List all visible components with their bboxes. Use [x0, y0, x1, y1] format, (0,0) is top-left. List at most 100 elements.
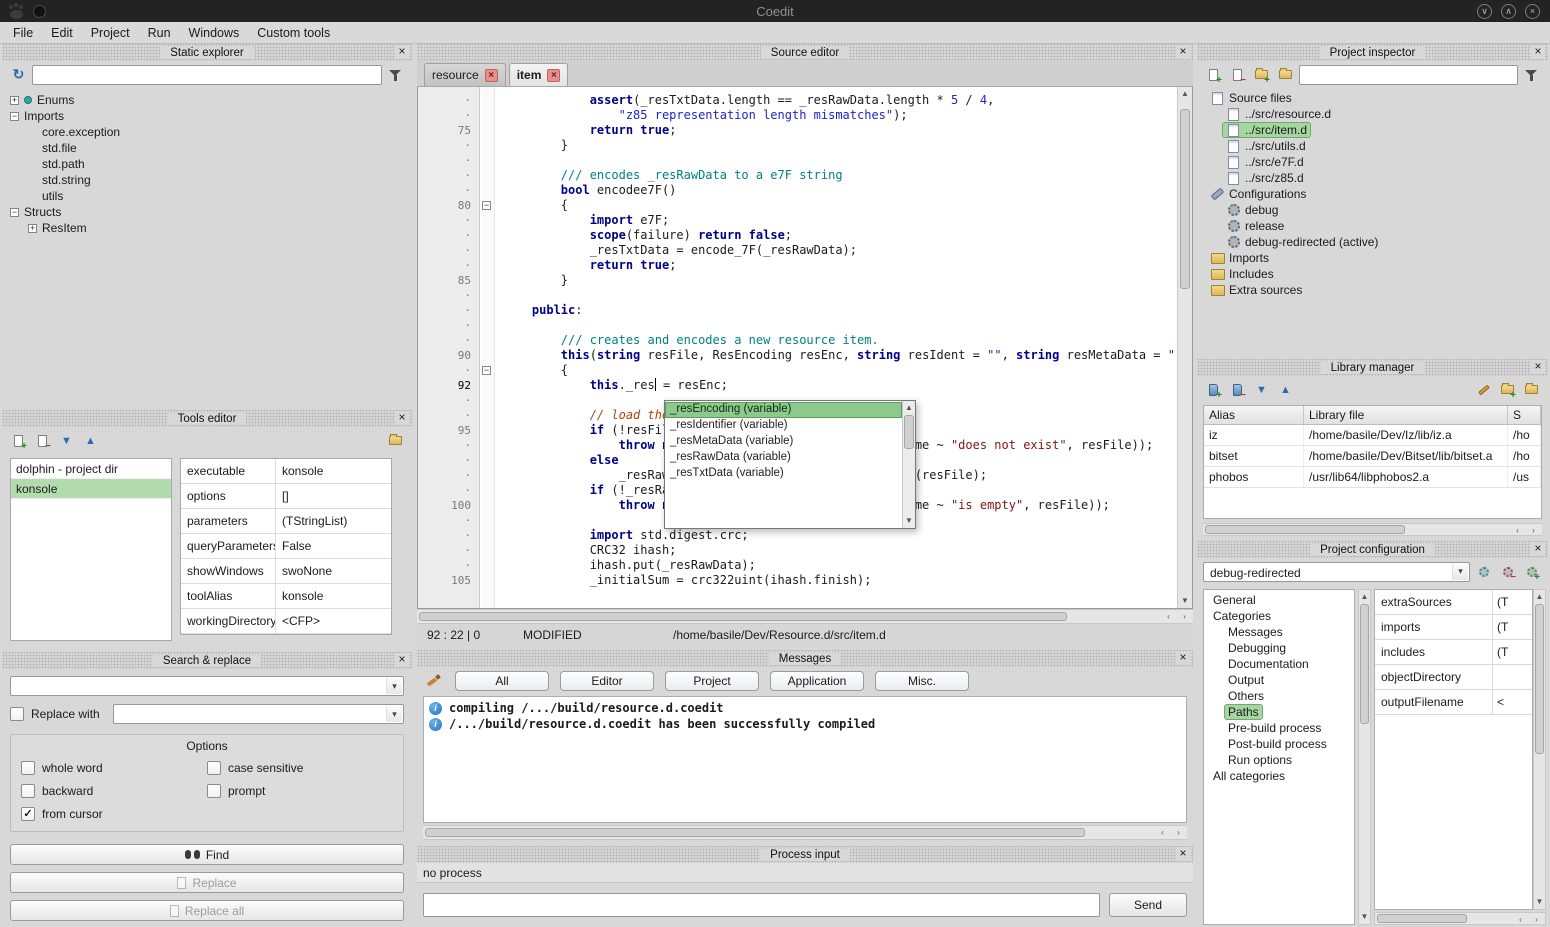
category-item[interactable]: Output [1204, 672, 1354, 688]
scrollbar-thumb[interactable] [1377, 914, 1467, 923]
replace-all-button[interactable]: Replace all [10, 900, 404, 921]
add-source-folder-button[interactable]: + [1251, 64, 1272, 85]
grid-horizontal-scrollbar[interactable]: ‹ › [1374, 912, 1546, 925]
tree-item-content[interactable]: Configurations [1207, 187, 1309, 201]
filter-symbols-button[interactable] [385, 64, 406, 85]
close-panel-icon[interactable]: × [1531, 360, 1545, 374]
message-row[interactable]: i/.../build/resource.d.coedit has been s… [429, 716, 1181, 732]
code-area[interactable]: · assert(_resTxtData.length == _resRawDa… [418, 87, 1177, 608]
project-tree-item[interactable]: Extra sources [1199, 282, 1546, 298]
property-value[interactable]: False [276, 534, 391, 558]
expand-icon[interactable]: + [10, 96, 19, 105]
scroll-left-icon[interactable]: ‹ [1513, 913, 1528, 924]
scroll-left-icon[interactable]: ‹ [1510, 524, 1525, 535]
column-header-library-file[interactable]: Library file [1304, 406, 1508, 424]
tree-item-content[interactable]: debug-redirected (active) [1223, 235, 1381, 249]
menu-custom-tools[interactable]: Custom tools [248, 23, 339, 43]
register-project-library-button[interactable]: + [1497, 379, 1518, 400]
symbol-search-input[interactable] [32, 65, 382, 85]
property-row[interactable]: executablekonsole [181, 459, 391, 484]
inspector-filter-input[interactable] [1299, 65, 1518, 85]
tab-close-icon[interactable]: × [547, 69, 560, 82]
close-panel-icon[interactable]: × [1176, 847, 1190, 861]
symbol-tree-item[interactable]: +ResItem [4, 220, 410, 236]
editor-tab-item[interactable]: item× [509, 63, 569, 86]
symbol-tree-item[interactable]: std.string [4, 172, 410, 188]
scroll-down-icon[interactable]: ▼ [1178, 594, 1192, 608]
category-item[interactable]: Others [1204, 688, 1354, 704]
tree-item-content[interactable]: ../src/item.d [1223, 123, 1310, 137]
library-row[interactable]: iz/home/basile/Dev/Iz/lib/iz.a/ho [1204, 425, 1541, 446]
property-value[interactable]: konsole [276, 584, 391, 608]
category-item[interactable]: General [1204, 592, 1354, 608]
tree-item-content[interactable]: ../src/resource.d [1223, 107, 1334, 121]
tree-item-content[interactable]: Paths [1225, 705, 1262, 719]
remove-tool-button[interactable]: − [32, 430, 53, 451]
close-panel-icon[interactable]: × [395, 653, 409, 667]
config-property-value[interactable]: (T [1493, 590, 1532, 614]
completion-item[interactable]: _resRawData (variable) [665, 450, 902, 466]
project-tree-item[interactable]: ../src/utils.d [1199, 138, 1546, 154]
property-row[interactable]: queryParametersFalse [181, 534, 391, 559]
symbol-tree-item[interactable]: +Enums [4, 92, 410, 108]
message-row[interactable]: icompiling /.../build/resource.d.coedit [429, 700, 1181, 716]
project-tree-item[interactable]: ../src/z85.d [1199, 170, 1546, 186]
project-tree-item[interactable]: debug [1199, 202, 1546, 218]
completion-item[interactable]: _resTxtData (variable) [665, 466, 902, 482]
tree-item-content[interactable]: ../src/z85.d [1223, 171, 1307, 185]
property-row[interactable]: parameters(TStringList) [181, 509, 391, 534]
column-header-s[interactable]: S [1508, 406, 1541, 424]
scroll-down-icon[interactable]: ▼ [1534, 895, 1545, 909]
project-tree-item[interactable]: release [1199, 218, 1546, 234]
replace-with-checkbox[interactable] [10, 707, 24, 721]
scroll-up-icon[interactable]: ▲ [1178, 87, 1192, 101]
project-tree-item[interactable]: Source files [1199, 90, 1546, 106]
category-item[interactable]: Debugging [1204, 640, 1354, 656]
fold-collapse-icon[interactable]: − [482, 201, 491, 210]
tree-item-content[interactable]: Extra sources [1207, 283, 1305, 297]
tool-item[interactable]: dolphin - project dir [11, 459, 171, 479]
editor-vertical-scrollbar[interactable]: ▲ ▼ [1177, 87, 1192, 608]
completion-item[interactable]: _resIdentifier (variable) [665, 418, 902, 434]
close-panel-icon[interactable]: × [395, 411, 409, 425]
tool-item[interactable]: konsole [11, 479, 171, 499]
scroll-down-icon[interactable]: ▼ [1359, 910, 1370, 924]
open-library-file-button[interactable] [1521, 379, 1542, 400]
completion-item[interactable]: _resEncoding (variable) [665, 402, 902, 418]
scroll-up-icon[interactable]: ▲ [1359, 590, 1370, 604]
configuration-combo[interactable]: debug-redirected ▾ [1203, 562, 1470, 582]
option-backward[interactable]: backward [21, 784, 207, 798]
config-property-row[interactable]: outputFilename< [1375, 690, 1532, 715]
library-row[interactable]: bitset/home/basile/Dev/Bitset/lib/bitset… [1204, 446, 1541, 467]
expand-icon[interactable]: + [28, 224, 37, 233]
add-tool-button[interactable]: + [8, 430, 29, 451]
symbol-tree-item[interactable]: std.path [4, 156, 410, 172]
config-property-row[interactable]: includes(T [1375, 640, 1532, 665]
remove-configuration-button[interactable]: − [1497, 561, 1518, 582]
open-tools-file-button[interactable] [385, 430, 406, 451]
symbol-tree-item[interactable]: utils [4, 188, 410, 204]
window-minimize-icon[interactable]: ∨ [1477, 4, 1492, 19]
category-item[interactable]: Paths [1204, 704, 1354, 720]
checkbox[interactable]: ✓ [21, 807, 35, 821]
scrollbar-thumb[interactable] [904, 415, 914, 449]
chevron-down-icon[interactable]: ▾ [1452, 564, 1468, 580]
close-panel-icon[interactable]: × [1531, 45, 1545, 59]
collapse-icon[interactable]: − [10, 112, 19, 121]
editor-horizontal-scrollbar[interactable]: ‹ › [417, 609, 1193, 624]
symbol-tree-item[interactable]: −Structs [4, 204, 410, 220]
close-panel-icon[interactable]: × [395, 45, 409, 59]
tree-item-content[interactable]: Categories [1210, 609, 1274, 623]
option-from-cursor[interactable]: ✓from cursor [21, 807, 207, 821]
property-value[interactable]: [] [276, 484, 391, 508]
scroll-up-icon[interactable]: ▲ [1534, 590, 1545, 604]
code-editor[interactable]: · assert(_resTxtData.length == _resRawDa… [417, 87, 1193, 609]
messages-filter-misc[interactable]: Misc. [875, 671, 969, 691]
tree-item-content[interactable]: Output [1225, 673, 1267, 687]
menu-windows[interactable]: Windows [180, 23, 249, 43]
replace-button[interactable]: Replace [10, 872, 404, 893]
project-tree-item[interactable]: ../src/e7F.d [1199, 154, 1546, 170]
config-property-row[interactable]: extraSources(T [1375, 590, 1532, 615]
library-horizontal-scrollbar[interactable]: ‹ › [1203, 523, 1542, 536]
property-value[interactable]: <CFP> [276, 609, 391, 633]
